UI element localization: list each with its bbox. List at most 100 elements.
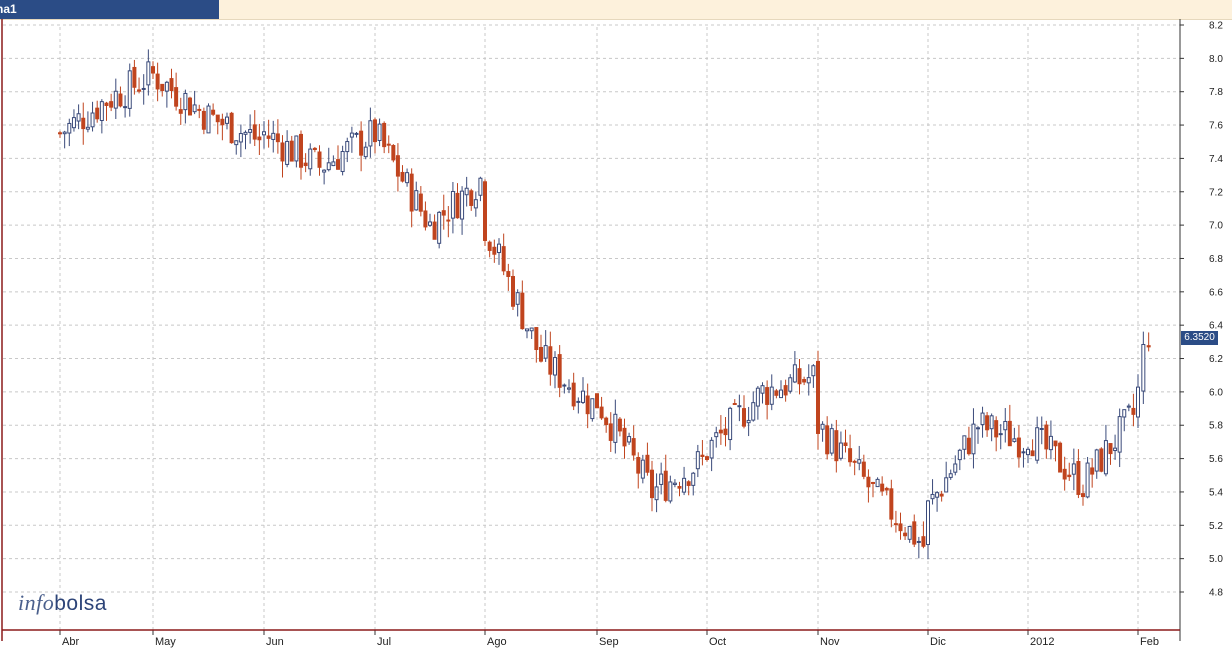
candle-body [178,109,183,114]
candles [58,49,1151,560]
candle-body [1039,428,1044,431]
y-tick-label: 7.2 [1209,187,1223,198]
candle-body [966,437,971,455]
candle-body [829,428,834,454]
logo-text-bolsa: bolsa [54,592,107,615]
candle-body [1058,442,1063,473]
candle-body [705,456,709,460]
candle-body [225,116,229,124]
candle-body [718,429,723,434]
candle-body [336,159,340,170]
candle-body [414,190,419,211]
infobolsa-logo: infobolsa [18,590,107,616]
candle-body [1076,460,1081,495]
candle-body [62,131,67,135]
last-price-label: 6.3520 [1181,331,1218,345]
candle-body [1035,427,1040,461]
chart-tab[interactable]: na1 [0,0,219,19]
candle-body [1026,448,1030,456]
candle-body [581,390,585,403]
candle-body [751,402,756,421]
candle-body [109,101,114,108]
candle-body [1003,420,1008,431]
candle-body [99,101,104,122]
candle-body [285,140,290,165]
candle-body [604,417,609,426]
candle-body [146,61,151,86]
candle-body [695,451,700,470]
candle-body [774,390,779,396]
candle-body [271,132,276,140]
candle-body [912,521,917,545]
candle-body [266,135,271,139]
candle-body [985,415,990,431]
candle-body [188,97,192,116]
x-axis: Abr May Jun Jul Ago Sep Oct Nov Dic 2012 Feb [1,19,1180,648]
candle-body [557,354,562,388]
candle-body [446,219,451,222]
candle-body [95,107,100,120]
candle-body [672,482,677,485]
candle-body [562,384,567,387]
candle-body [797,368,802,385]
candle-body [534,327,539,350]
candle-body [802,379,807,383]
candle-body [1146,345,1151,348]
candle-body [1108,443,1113,455]
candle-body [67,122,72,134]
candle-body [113,90,118,109]
y-tick-label: 5.0 [1209,554,1223,565]
candle-body [515,292,520,305]
y-tick-label: 8.2 [1209,21,1223,32]
candle-body [275,133,280,143]
candle-body [939,493,944,497]
candle-body [1090,467,1095,475]
candle-body [501,246,506,272]
candle-body [723,428,728,436]
candle-body [331,161,336,167]
candle-body [866,476,871,488]
candle-body [907,525,912,540]
candle-body [926,500,930,546]
candle-body [816,360,820,434]
candle-body [871,481,875,484]
candle-body [441,210,446,216]
candle-body [312,147,317,151]
candle-body [473,199,478,209]
candle-body [732,403,737,406]
candle-body [174,87,179,107]
candle-body [1126,405,1131,408]
candle-body [349,132,354,138]
candle-body [806,377,811,384]
candle-body [58,132,62,135]
candle-body [262,131,266,136]
candle-body [90,112,95,128]
candle-body [308,148,313,170]
candle-body [151,66,155,74]
y-tick-label: 5.8 [1209,421,1223,432]
candle-body [118,93,123,107]
candle-body [497,243,501,254]
candle-body [123,106,128,109]
candle-body [627,436,632,443]
candle-body [677,485,682,489]
candle-body [1141,344,1146,392]
candle-body [400,171,405,182]
candle-body [617,418,622,432]
candle-body [650,469,654,499]
candle-body [85,126,90,130]
x-tick-label: Jun [266,636,284,648]
candle-body [599,406,604,419]
candle-body [215,114,220,123]
candle-body [511,276,515,307]
y-tick-label: 7.6 [1209,121,1223,132]
candle-body [234,140,239,146]
candle-body [257,136,262,141]
candle-body [980,412,985,426]
candle-body [460,190,465,220]
candle-body [838,442,843,459]
candle-body [520,292,525,330]
candle-body [289,140,294,162]
candle-body [880,483,885,492]
candle-body [340,151,345,173]
